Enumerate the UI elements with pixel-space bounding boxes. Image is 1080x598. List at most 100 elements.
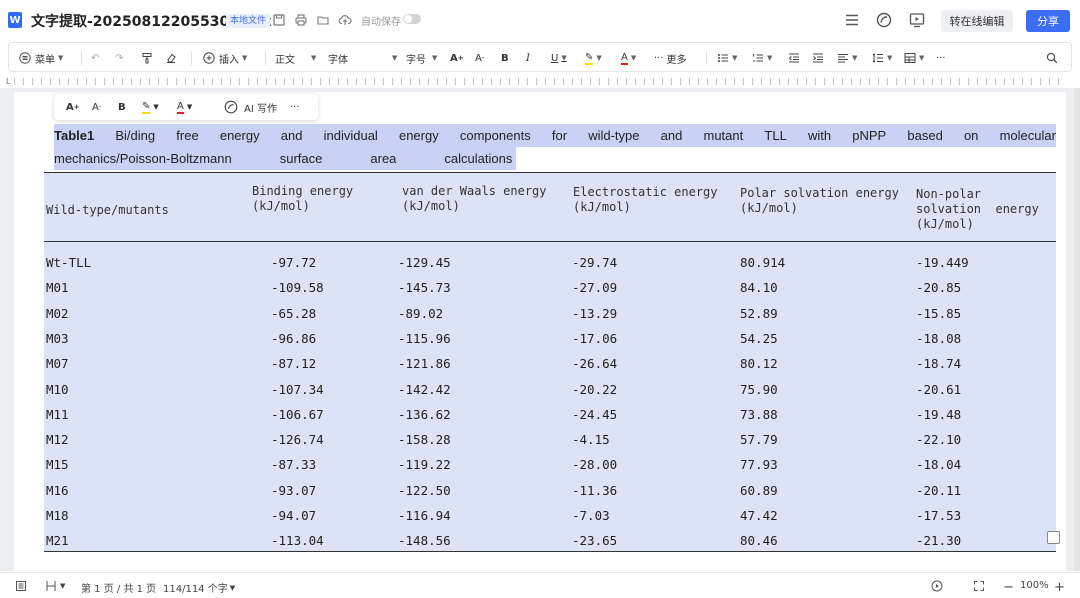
play-icon[interactable] (931, 580, 943, 592)
online-edit-button[interactable]: 转在线编辑 (941, 10, 1013, 32)
underline-icon[interactable]: U ▼ (551, 49, 567, 67)
menu-button[interactable]: 菜单 ▼ (19, 49, 63, 67)
row-label-cell: M15 (46, 457, 69, 473)
table-row[interactable]: M03 -96.86 -115.96 -17.06 54.25 -18.08 (44, 327, 1056, 352)
search-icon[interactable] (1046, 49, 1058, 67)
table-row[interactable]: M07 -87.12 -121.86 -26.64 80.12 -18.74 (44, 352, 1056, 377)
share-button[interactable]: 分享 (1026, 10, 1070, 32)
present-icon[interactable] (908, 11, 926, 29)
caption-word: based (907, 128, 943, 143)
indent-icon[interactable] (812, 49, 824, 67)
ai-write-button[interactable]: AI 写作 (224, 99, 277, 115)
save-icon[interactable] (272, 13, 286, 27)
title-bar: W 文字提取-20250812205530.docx 本地文件 自动保存 转在线… (0, 0, 1080, 40)
mini-more-icon[interactable]: ··· (290, 99, 300, 115)
value-cell: -18.74 (916, 356, 962, 372)
caption-word: mechanics/Poisson-Boltzmann (54, 151, 232, 166)
header-cell: Binding energy (kJ/mol) (252, 184, 354, 213)
outline-icon[interactable] (15, 580, 27, 592)
zoom-in-button[interactable]: + (1054, 580, 1065, 595)
value-cell: 57.79 (740, 432, 778, 448)
increase-font-icon[interactable]: A + (450, 49, 464, 67)
table-icon[interactable]: ▼ (904, 49, 924, 67)
undo-icon[interactable]: ↶ (91, 49, 99, 67)
menu-lines-icon[interactable] (843, 11, 861, 29)
mini-bold-icon[interactable]: B (118, 99, 126, 115)
table-row[interactable]: Wt-TLL -97.72 -129.45 -29.74 80.914 -19.449 (44, 251, 1056, 276)
ruler-tab-icon[interactable]: L (6, 77, 10, 86)
decrease-font-icon[interactable]: A- (475, 49, 484, 67)
row-label-cell: M11 (46, 406, 69, 422)
value-cell: 60.89 (740, 482, 778, 498)
clear-format-icon[interactable] (165, 49, 177, 67)
ai-assistant-icon[interactable] (875, 11, 893, 29)
zoom-level[interactable]: 100% (1020, 580, 1049, 591)
value-cell: -158.28 (398, 432, 451, 448)
caption-word: on (963, 128, 979, 143)
table-row[interactable]: M02 -65.28 -89.02 -13.29 52.89 -15.85 (44, 302, 1056, 327)
value-cell: -148.56 (398, 533, 451, 549)
more-button[interactable]: ··· 更多 (654, 49, 687, 67)
table-row[interactable]: M01 -109.58 -145.73 -27.09 84.10 -20.85 (44, 276, 1056, 301)
value-cell: -65.28 (271, 305, 317, 321)
table-row[interactable]: M11 -106.67 -136.62 -24.45 73.88 -19.48 (44, 403, 1056, 428)
numbered-list-icon[interactable]: ▼ (752, 49, 772, 67)
insert-button[interactable]: 插入 ▼ (203, 49, 247, 67)
value-cell: -116.94 (398, 508, 451, 523)
table-row[interactable]: M10 -107.34 -142.42 -20.22 75.90 -20.61 (44, 378, 1056, 403)
align-icon[interactable]: ▼ (837, 49, 857, 67)
value-cell: -89.02 (398, 305, 444, 321)
format-painter-icon[interactable] (141, 49, 153, 67)
font-family-select[interactable]: 字体 ▼ (328, 49, 397, 67)
bullet-list-icon[interactable]: ▼ (717, 49, 737, 67)
highlight-icon[interactable]: ✎ ▼ (585, 49, 602, 67)
table-row[interactable]: M21 -113.04 -148.56 -23.65 80.46 -21.30 (44, 529, 1056, 554)
value-cell: 75.90 (740, 381, 778, 397)
page-view-icon[interactable]: ▼ (45, 580, 65, 592)
table-row[interactable]: M16 -93.07 -122.50 -11.36 60.89 -20.11 (44, 479, 1056, 504)
comment-icon[interactable] (1047, 531, 1060, 544)
fullscreen-icon[interactable] (973, 580, 985, 592)
row-label-cell: M16 (46, 482, 69, 498)
mini-increase-font-icon[interactable]: A + (66, 99, 80, 115)
value-cell: -20.22 (572, 381, 618, 397)
table-row[interactable]: M12 -126.74 -158.28 -4.15 57.79 -22.10 (44, 428, 1056, 453)
value-cell: -20.61 (916, 381, 962, 397)
paragraph-style-select[interactable]: 正文 ▼ (275, 49, 316, 67)
font-color-icon[interactable]: A ▼ (621, 49, 636, 67)
print-icon[interactable] (294, 13, 308, 27)
mini-decrease-font-icon[interactable]: A- (92, 99, 101, 115)
folder-icon[interactable] (316, 13, 330, 27)
word-count[interactable]: 114/114 个字 ▼ (163, 580, 235, 596)
toolbar-overflow-icon[interactable]: ··· (936, 49, 946, 67)
value-cell: -136.62 (398, 406, 451, 422)
bold-icon[interactable]: B (501, 49, 509, 67)
redo-icon[interactable]: ↷ (115, 49, 123, 67)
caption-word: free (176, 128, 199, 143)
outdent-icon[interactable] (788, 49, 800, 67)
value-cell: -22.10 (916, 432, 962, 448)
page-info: 第 1 页 / 共 1 页 (81, 584, 157, 595)
menu-label: 菜单 (35, 54, 55, 66)
value-cell: -20.11 (916, 482, 962, 498)
value-cell: 80.46 (740, 533, 778, 549)
mini-highlight-icon[interactable]: ✎ ▼ (142, 99, 159, 115)
italic-icon[interactable]: I (526, 49, 530, 67)
table-row[interactable]: M15 -87.33 -119.22 -28.00 77.93 -18.04 (44, 453, 1056, 478)
mini-font-color-icon[interactable]: A ▼ (177, 99, 192, 115)
table-top-rule (44, 172, 1056, 173)
caption-word: components (459, 128, 531, 143)
font-size-select[interactable]: 字号 ▼ (406, 49, 437, 67)
zoom-out-button[interactable]: − (1003, 580, 1014, 595)
autosave-toggle[interactable] (403, 14, 421, 24)
table-caption[interactable]: Table1 Bi/ding free energy and individual ene… (54, 124, 1056, 170)
word-app-icon: W (8, 12, 22, 28)
value-cell: -13.29 (572, 305, 618, 321)
value-cell: -129.45 (398, 255, 451, 270)
cloud-upload-icon[interactable] (338, 13, 352, 27)
table-row[interactable]: M18 -94.07 -116.94 -7.03 47.42 -17.53 (44, 504, 1056, 529)
caption-word: wild-type (588, 128, 640, 143)
line-spacing-icon[interactable]: ▼ (872, 49, 892, 67)
vertical-scrollbar[interactable] (1074, 88, 1080, 571)
horizontal-ruler[interactable]: L (0, 74, 1080, 88)
